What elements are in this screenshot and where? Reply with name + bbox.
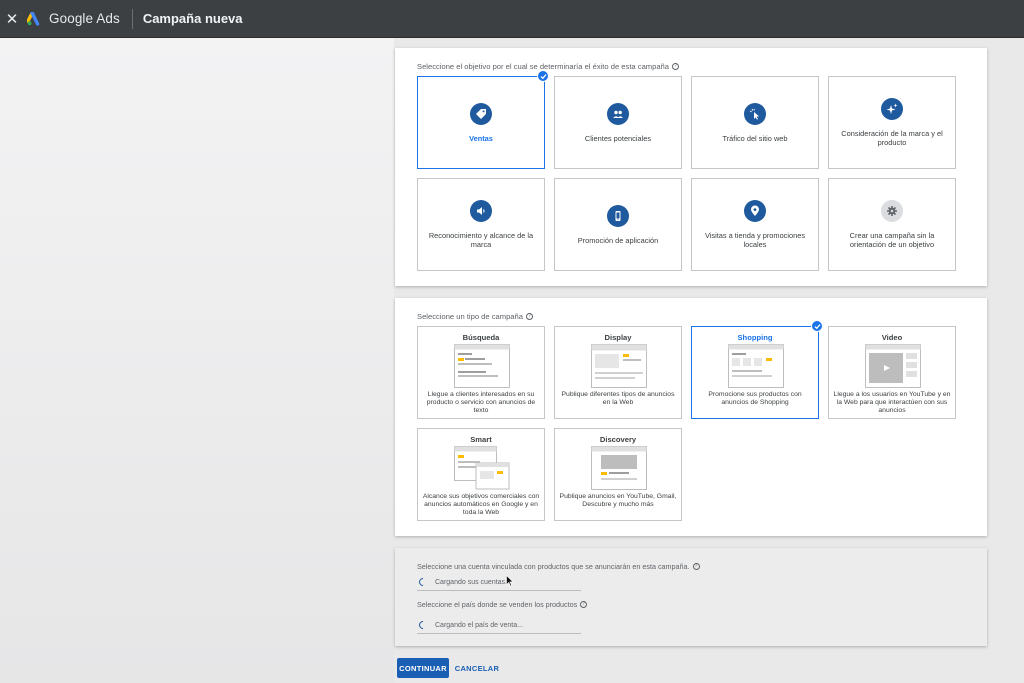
account-section-label: Seleccione una cuenta vinculada con prod…	[417, 562, 700, 571]
loading-spinner-icon	[417, 619, 429, 631]
help-icon[interactable]: ?	[692, 563, 700, 570]
selected-check-icon	[537, 70, 549, 82]
campaign-type-description: Publique diferentes tipos de anuncios en…	[561, 391, 675, 406]
objective-tile-label: Crear una campaña sin la orientación de …	[849, 231, 935, 249]
campaign-type-name: Búsqueda	[462, 333, 500, 342]
people-icon	[607, 102, 629, 125]
objective-tile-ventas[interactable]: Ventas	[417, 76, 545, 169]
page-title: Campaña nueva	[142, 11, 243, 26]
gear-icon	[881, 200, 903, 222]
objective-tile-promocion-app[interactable]: Promoción de aplicación	[554, 178, 682, 271]
campaign-type-name: Discovery	[599, 435, 637, 444]
campaign-type-video[interactable]: Video Llegue a los usuarios en YouTube y…	[828, 326, 956, 419]
campaign-type-description: Promocione sus productos con anuncios de…	[708, 391, 802, 406]
left-background	[0, 38, 394, 683]
shopping-ad-illustration	[728, 344, 784, 388]
mouse-pointer-icon	[506, 575, 514, 587]
campaign-type-name: Shopping	[737, 333, 773, 342]
objective-tile-label: Visitas a tienda y promociones locales	[704, 231, 806, 249]
discovery-ad-illustration	[591, 446, 647, 490]
campaign-type-busqueda[interactable]: Búsqueda Llegue a clientes interesados e…	[417, 326, 545, 419]
account-field-underline	[417, 590, 581, 591]
top-app-bar: ✕ Google Ads Campaña nueva	[0, 0, 1024, 38]
objective-section-label: Seleccione el objetivo por el cual se de…	[417, 62, 680, 71]
campaign-type-description: Publique anuncios en YouTube, Gmail, Des…	[559, 493, 677, 508]
account-loading-text: Cargando sus cuentas...	[435, 578, 511, 586]
objective-tile-reconocimiento[interactable]: Reconocimiento y alcance de la marca	[417, 178, 545, 271]
campaign-type-description: Alcance sus objetivos comerciales con an…	[422, 493, 540, 516]
objective-tile-sin-objetivo[interactable]: Crear una campaña sin la orientación de …	[828, 178, 956, 271]
phone-icon	[607, 204, 629, 227]
campaign-type-description: Llegue a clientes interesados en su prod…	[426, 391, 536, 414]
campaign-type-card: Seleccione un tipo de campaña ? Búsqueda…	[395, 298, 987, 536]
tag-icon	[470, 102, 492, 125]
continue-button[interactable]: CONTINUAR	[397, 658, 449, 678]
close-icon[interactable]: ✕	[1, 0, 23, 38]
campaign-type-shopping[interactable]: Shopping Promocione sus productos con an…	[691, 326, 819, 419]
objective-tile-label: Reconocimiento y alcance de la marca	[428, 231, 534, 249]
campaign-type-discovery[interactable]: Discovery Publique anuncios en YouTube, …	[554, 428, 682, 521]
campaign-type-description: Llegue a los usuarios en YouTube y en la…	[833, 391, 951, 414]
campaign-type-name: Smart	[470, 435, 492, 444]
objective-tile-label: Tráfico del sitio web	[722, 133, 788, 143]
campaign-type-name: Video	[881, 333, 903, 342]
objective-tile-clientes-potenciales[interactable]: Clientes potenciales	[554, 76, 682, 169]
objective-tile-label: Ventas	[469, 133, 493, 143]
location-pin-icon	[744, 200, 766, 222]
objective-tile-consideracion[interactable]: Consideración de la marca y el producto	[828, 76, 956, 169]
objective-card: Seleccione el objetivo por el cual se de…	[395, 48, 987, 286]
cursor-click-icon	[744, 102, 766, 125]
objective-tile-label: Promoción de aplicación	[577, 235, 659, 245]
objective-tile-trafico[interactable]: Tráfico del sitio web	[691, 76, 819, 169]
country-section-label: Seleccione el país donde se venden los p…	[417, 600, 588, 609]
help-icon[interactable]: ?	[672, 63, 680, 70]
campaign-type-smart[interactable]: Smart Alcance sus objetivos comerciales …	[417, 428, 545, 521]
product-feed-card: Seleccione una cuenta vinculada con prod…	[395, 548, 987, 646]
campaign-type-section-label: Seleccione un tipo de campaña ?	[417, 312, 533, 321]
objective-tile-label: Consideración de la marca y el producto	[841, 129, 943, 147]
video-ad-illustration	[865, 344, 921, 388]
campaign-type-name: Display	[604, 333, 632, 342]
help-icon[interactable]: ?	[580, 601, 588, 608]
title-divider	[131, 8, 133, 29]
country-select[interactable]: Cargando el país de venta...	[417, 619, 523, 631]
country-field-underline	[417, 633, 581, 634]
objective-tile-visitas-tienda[interactable]: Visitas a tienda y promociones locales	[691, 178, 819, 271]
objective-tile-label: Clientes potenciales	[584, 133, 652, 143]
display-ad-illustration	[591, 344, 647, 388]
campaign-type-display[interactable]: Display Publique diferentes tipos de anu…	[554, 326, 682, 419]
loading-spinner-icon	[417, 576, 429, 588]
smart-ad-illustration	[454, 446, 510, 490]
cancel-button[interactable]: CANCELAR	[453, 658, 501, 678]
search-ad-illustration	[454, 344, 510, 388]
selected-check-icon	[811, 320, 823, 332]
country-loading-text: Cargando el país de venta...	[435, 621, 523, 629]
sparkle-icon	[881, 98, 903, 120]
megaphone-icon	[470, 200, 492, 222]
brand-name: Google Ads	[49, 11, 120, 26]
account-select[interactable]: Cargando sus cuentas...	[417, 576, 511, 588]
help-icon[interactable]: ?	[525, 313, 533, 320]
google-ads-logo	[27, 11, 43, 26]
